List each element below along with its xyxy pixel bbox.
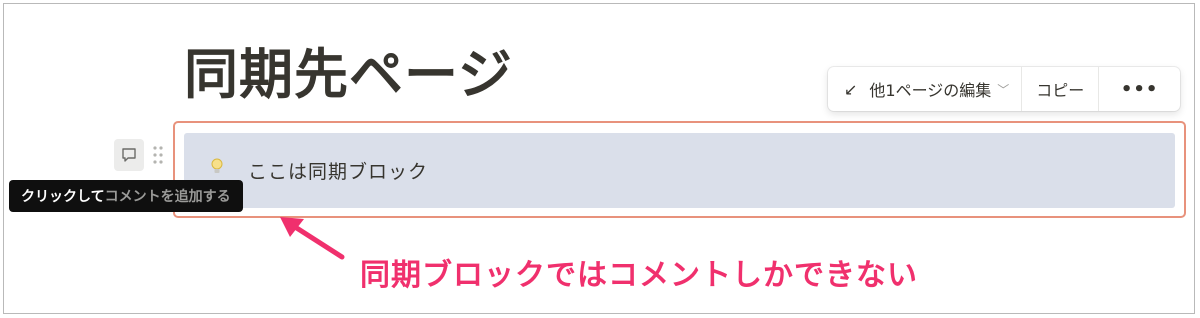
drag-handle[interactable] <box>152 144 164 166</box>
tooltip-muted-text: コメントを追加する <box>104 189 231 205</box>
add-comment-button[interactable] <box>114 139 144 171</box>
edit-original-label: 他1ページの編集 <box>869 81 992 100</box>
tooltip: クリックして コメントを追加する <box>9 180 243 212</box>
comment-icon <box>122 148 136 162</box>
callout-block[interactable]: ここは同期ブロック <box>184 133 1175 208</box>
synced-block-toolbar: ↙ 他1ページの編集 ﹀ コピー ••• <box>828 67 1180 111</box>
arrow-down-left-icon: ↙ <box>844 79 858 99</box>
page-title: 同期先ページ <box>184 43 513 106</box>
more-options-button[interactable]: ••• <box>1099 67 1180 111</box>
synced-block[interactable]: ここは同期ブロック <box>173 121 1186 218</box>
lightbulb-icon <box>211 158 223 173</box>
screenshot-frame: 同期先ページ ↙ 他1ページの編集 ﹀ コピー ••• ここは同期ブロック クリ… <box>3 3 1195 314</box>
copy-button[interactable]: コピー <box>1022 67 1100 111</box>
edit-original-button[interactable]: ↙ 他1ページの編集 ﹀ <box>828 67 1023 111</box>
callout-text[interactable]: ここは同期ブロック <box>248 157 428 184</box>
chevron-down-icon: ﹀ <box>997 82 1010 97</box>
drag-handle-icon <box>153 146 163 164</box>
annotation-text: 同期ブロックではコメントしかできない <box>360 258 918 293</box>
annotation-arrow-icon <box>280 217 345 260</box>
tooltip-strong-text: クリックして <box>21 189 105 205</box>
